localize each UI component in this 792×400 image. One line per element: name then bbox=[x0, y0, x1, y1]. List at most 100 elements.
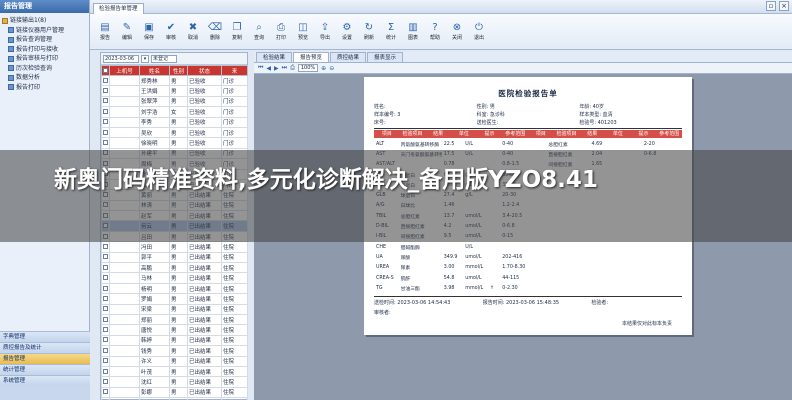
row-checkbox[interactable] bbox=[101, 106, 110, 118]
row-checkbox[interactable] bbox=[101, 116, 110, 128]
col-header-gender[interactable]: 性别 bbox=[169, 65, 188, 76]
checkbox[interactable] bbox=[103, 306, 108, 312]
toolbar-button-14[interactable]: ▥ 图表 bbox=[402, 14, 424, 49]
status-select[interactable]: 未登记 bbox=[151, 54, 177, 63]
checkbox[interactable] bbox=[103, 254, 108, 260]
nav-tree-item[interactable]: 报告查询管理 bbox=[2, 35, 87, 45]
zoom-out-icon[interactable]: ⊖ bbox=[329, 65, 334, 72]
table-row[interactable]: 罗娟男已出结果 住院 bbox=[101, 293, 248, 305]
close-icon[interactable]: × bbox=[779, 1, 789, 11]
checkbox[interactable] bbox=[103, 347, 108, 353]
tab-0[interactable]: 检验结果 bbox=[256, 52, 293, 62]
row-checkbox[interactable] bbox=[101, 386, 110, 399]
table-row[interactable]: 钱秀男已出结果 住院 bbox=[101, 345, 248, 357]
checkbox[interactable] bbox=[103, 285, 108, 291]
row-checkbox[interactable] bbox=[101, 251, 110, 264]
checkbox[interactable] bbox=[103, 389, 108, 395]
toolbar-button-8[interactable]: ⎙ 打印 bbox=[270, 14, 292, 49]
nav-tree-item[interactable]: 历次检验查询 bbox=[2, 64, 87, 74]
checkbox[interactable] bbox=[103, 379, 108, 385]
tab-3[interactable]: 报表显示 bbox=[367, 52, 404, 62]
restore-icon[interactable]: ▫ bbox=[766, 1, 776, 11]
checkbox[interactable] bbox=[103, 264, 108, 270]
window-tab[interactable]: 检验报告单管理 bbox=[93, 2, 144, 14]
toolbar-button-17[interactable]: ⏻ 退出 bbox=[468, 14, 490, 49]
row-checkbox[interactable] bbox=[101, 355, 110, 367]
table-row[interactable]: 吴欣男已验收 门诊 bbox=[101, 126, 248, 139]
toolbar-button-2[interactable]: ▣ 保存 bbox=[138, 14, 160, 49]
table-row[interactable]: 彭娜男已出结果 住院 bbox=[101, 386, 248, 399]
nav-tree-item[interactable]: 报告打印 bbox=[2, 83, 87, 93]
table-row[interactable]: 张翠萍男已验收 门诊 bbox=[101, 95, 248, 108]
checkbox[interactable] bbox=[103, 316, 108, 322]
checkbox[interactable] bbox=[103, 337, 108, 343]
toolbar-button-11[interactable]: ⚙ 设置 bbox=[336, 14, 358, 49]
last-page-icon[interactable]: ⏭ bbox=[282, 64, 287, 72]
checkbox[interactable] bbox=[103, 295, 108, 301]
zoom-select[interactable]: 100% bbox=[297, 64, 319, 72]
tab-2[interactable]: 质控结果 bbox=[330, 52, 367, 62]
toolbar-button-1[interactable]: ✎ 编辑 bbox=[116, 14, 138, 49]
calendar-icon[interactable]: ▾ bbox=[141, 54, 149, 63]
sidebar-section[interactable]: 质控报告及统计 bbox=[0, 342, 90, 353]
nav-tree-item[interactable]: 链接输出1(8) bbox=[2, 16, 87, 26]
col-header-name[interactable]: 姓名 bbox=[139, 65, 170, 76]
col-header-instrument-no[interactable]: 上机号 bbox=[109, 65, 140, 76]
checkbox[interactable] bbox=[103, 275, 108, 281]
toolbar-button-0[interactable]: ▤ 报告 bbox=[94, 14, 116, 49]
checkbox[interactable] bbox=[103, 77, 108, 83]
row-checkbox[interactable] bbox=[101, 74, 110, 87]
row-checkbox[interactable] bbox=[101, 95, 110, 108]
checkbox[interactable] bbox=[103, 129, 108, 135]
row-checkbox[interactable] bbox=[101, 365, 110, 378]
row-checkbox[interactable] bbox=[101, 376, 110, 388]
toolbar-button-15[interactable]: ? 帮助 bbox=[424, 14, 446, 49]
table-row[interactable]: 沈红男已出结果 住院 bbox=[101, 376, 248, 388]
toolbar-button-7[interactable]: ⌕ 查询 bbox=[248, 14, 270, 49]
sidebar-section[interactable]: 报告管理 bbox=[0, 353, 90, 364]
row-checkbox[interactable] bbox=[101, 345, 110, 357]
toolbar-button-3[interactable]: ✔ 审核 bbox=[160, 14, 182, 49]
toolbar-button-12[interactable]: ↻ 刷新 bbox=[358, 14, 380, 49]
toolbar-button-13[interactable]: Σ 统计 bbox=[380, 14, 402, 49]
checkbox[interactable] bbox=[103, 119, 108, 125]
row-checkbox[interactable] bbox=[101, 126, 110, 139]
nav-tree-item[interactable]: 报告审核与打印 bbox=[2, 54, 87, 64]
table-row[interactable]: 郭平男已出结果 住院 bbox=[101, 251, 248, 264]
row-checkbox[interactable] bbox=[101, 282, 110, 295]
checkbox[interactable] bbox=[103, 140, 108, 146]
toolbar-button-9[interactable]: ◫ 预览 bbox=[292, 14, 314, 49]
zoom-in-icon[interactable]: ⊕ bbox=[321, 65, 326, 72]
table-row[interactable]: 叶茂男已出结果 住院 bbox=[101, 365, 248, 378]
col-header-source[interactable]: 来 bbox=[221, 65, 248, 76]
sidebar-section[interactable]: 统计管理 bbox=[0, 364, 90, 375]
table-row[interactable]: 高鹏男已出结果 住院 bbox=[101, 262, 248, 274]
checkbox[interactable] bbox=[103, 108, 108, 114]
table-row[interactable]: 李秀男已验收 门诊 bbox=[101, 116, 248, 128]
row-checkbox[interactable] bbox=[101, 313, 110, 326]
checkbox[interactable] bbox=[103, 368, 108, 374]
nav-tree-item[interactable]: 报告打印与接收 bbox=[2, 45, 87, 55]
table-row[interactable]: 马林男已出结果 住院 bbox=[101, 272, 248, 284]
table-row[interactable]: 郑丽男已出结果 住院 bbox=[101, 313, 248, 326]
row-checkbox[interactable] bbox=[101, 293, 110, 305]
row-checkbox[interactable] bbox=[101, 241, 110, 253]
row-checkbox[interactable] bbox=[101, 303, 110, 316]
first-page-icon[interactable]: ⏮ bbox=[258, 64, 263, 72]
checkbox[interactable] bbox=[103, 243, 108, 249]
col-header-status[interactable]: 状态 bbox=[187, 65, 222, 76]
toolbar-button-4[interactable]: ✖ 取消 bbox=[182, 14, 204, 49]
table-row[interactable]: 杨明男已出结果 住院 bbox=[101, 282, 248, 295]
date-picker[interactable]: 2023-03-06 bbox=[103, 54, 139, 63]
table-row[interactable]: 郑秀林男已验收 门诊 bbox=[101, 74, 248, 87]
row-checkbox[interactable] bbox=[101, 324, 110, 336]
print-preview-icon[interactable]: ⎙ bbox=[290, 64, 295, 72]
table-row[interactable]: 宋梁男已出结果 住院 bbox=[101, 303, 248, 316]
table-row[interactable]: 冯田男已出结果 住院 bbox=[101, 241, 248, 253]
nav-tree-item[interactable]: 数据分析 bbox=[2, 73, 87, 83]
checkbox[interactable] bbox=[103, 88, 108, 94]
toolbar-button-5[interactable]: ⌫ 删除 bbox=[204, 14, 226, 49]
select-all-checkbox[interactable] bbox=[101, 65, 110, 76]
row-checkbox[interactable] bbox=[101, 334, 110, 347]
table-row[interactable]: 韩婷男已出结果 住院 bbox=[101, 334, 248, 347]
